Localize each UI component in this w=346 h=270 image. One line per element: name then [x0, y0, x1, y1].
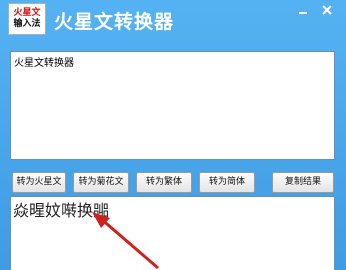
close-icon[interactable] [320, 4, 334, 16]
copy-result-button[interactable]: 复制结果 [272, 172, 334, 193]
result-text-area[interactable]: 焱暒妏啭换嘂 [10, 196, 335, 270]
logo-line-2: 输入法 [13, 19, 41, 29]
app-logo: 火星文 输入法 [8, 3, 46, 35]
to-chrysanthemum-button[interactable]: 转为菊花文 [73, 172, 129, 193]
to-simplified-button[interactable]: 转为简体 [199, 172, 255, 193]
app-title: 火星文转换器 [54, 11, 175, 33]
title-bar: 火星文 输入法 火星文转换器 [0, 0, 346, 40]
action-buttons: 转为火星文 转为菊花文 转为繁体 转为简体 复制结果 [0, 172, 346, 194]
to-traditional-button[interactable]: 转为繁体 [136, 172, 192, 193]
source-text-area[interactable]: 火星文转换器 [10, 51, 335, 160]
logo-line-1: 火星文 [13, 8, 41, 18]
to-martian-button[interactable]: 转为火星文 [12, 172, 66, 193]
minimize-icon[interactable] [296, 4, 310, 16]
app-window: 火星文 输入法 火星文转换器 火星文转换器 转为火星文 转为菊花文 转为繁体 转… [0, 0, 346, 270]
